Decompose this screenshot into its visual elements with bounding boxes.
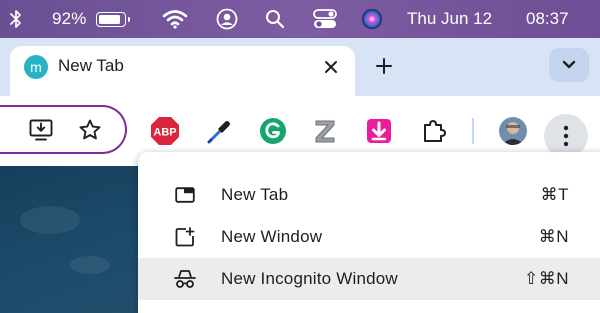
chrome-app-menu: New Tab ⌘T New Window ⌘N New Incognito W… (138, 152, 600, 313)
adblock-plus-icon[interactable]: ABP (150, 116, 180, 146)
user-icon[interactable] (216, 0, 238, 38)
tab-strip: m New Tab (0, 38, 600, 96)
new-window-icon (174, 226, 196, 248)
new-tab-plus-icon[interactable] (368, 50, 400, 82)
address-bar[interactable] (0, 105, 127, 154)
tab-search-chevron-icon[interactable] (549, 48, 589, 82)
menu-item-label: New Incognito Window (221, 269, 398, 288)
grammarly-icon[interactable] (258, 116, 288, 146)
tab-title: New Tab (58, 56, 124, 75)
macos-menu-bar: 92% Thu Jun 12 08:37 (0, 0, 600, 38)
toolbar-divider (472, 118, 474, 144)
menu-item-shortcut: ⌘T (540, 185, 569, 204)
menu-item-label: New Tab (221, 185, 289, 204)
color-picker-icon[interactable] (205, 116, 235, 146)
profile-avatar-icon[interactable] (498, 116, 528, 146)
new-tab-icon (174, 184, 196, 206)
tab-favicon-icon: m (24, 55, 48, 79)
bookmark-star-icon[interactable] (75, 115, 105, 145)
install-app-icon[interactable] (26, 115, 56, 145)
wifi-icon[interactable] (162, 0, 188, 38)
menu-item-label: New Window (221, 227, 323, 246)
menu-item-new-window[interactable]: New Window ⌘N (138, 216, 600, 258)
close-tab-icon[interactable] (315, 51, 347, 83)
search-icon[interactable] (265, 0, 285, 38)
download-extension-icon[interactable] (364, 116, 394, 146)
tab-new-tab[interactable]: m New Tab (10, 46, 355, 96)
adblock-label: ABP (153, 127, 176, 139)
z-extension-icon[interactable] (310, 116, 340, 146)
menu-item-new-incognito-window[interactable]: New Incognito Window ⇧⌘N (138, 258, 600, 300)
incognito-icon (174, 268, 196, 290)
menu-item-shortcut: ⌘N (538, 227, 569, 246)
bluetooth-icon[interactable] (10, 0, 22, 38)
battery-percentage: 92% (52, 9, 87, 28)
control-center-icon[interactable] (313, 0, 337, 38)
menu-item-shortcut: ⇧⌘N (523, 269, 569, 288)
extensions-puzzle-icon[interactable] (418, 116, 448, 146)
siri-icon[interactable] (360, 0, 384, 38)
menubar-time[interactable]: 08:37 (526, 0, 569, 38)
menu-item-new-tab[interactable]: New Tab ⌘T (138, 174, 600, 216)
battery-icon[interactable] (96, 0, 130, 38)
more-vertical-icon (563, 125, 569, 147)
menubar-date[interactable]: Thu Jun 12 (407, 0, 492, 38)
